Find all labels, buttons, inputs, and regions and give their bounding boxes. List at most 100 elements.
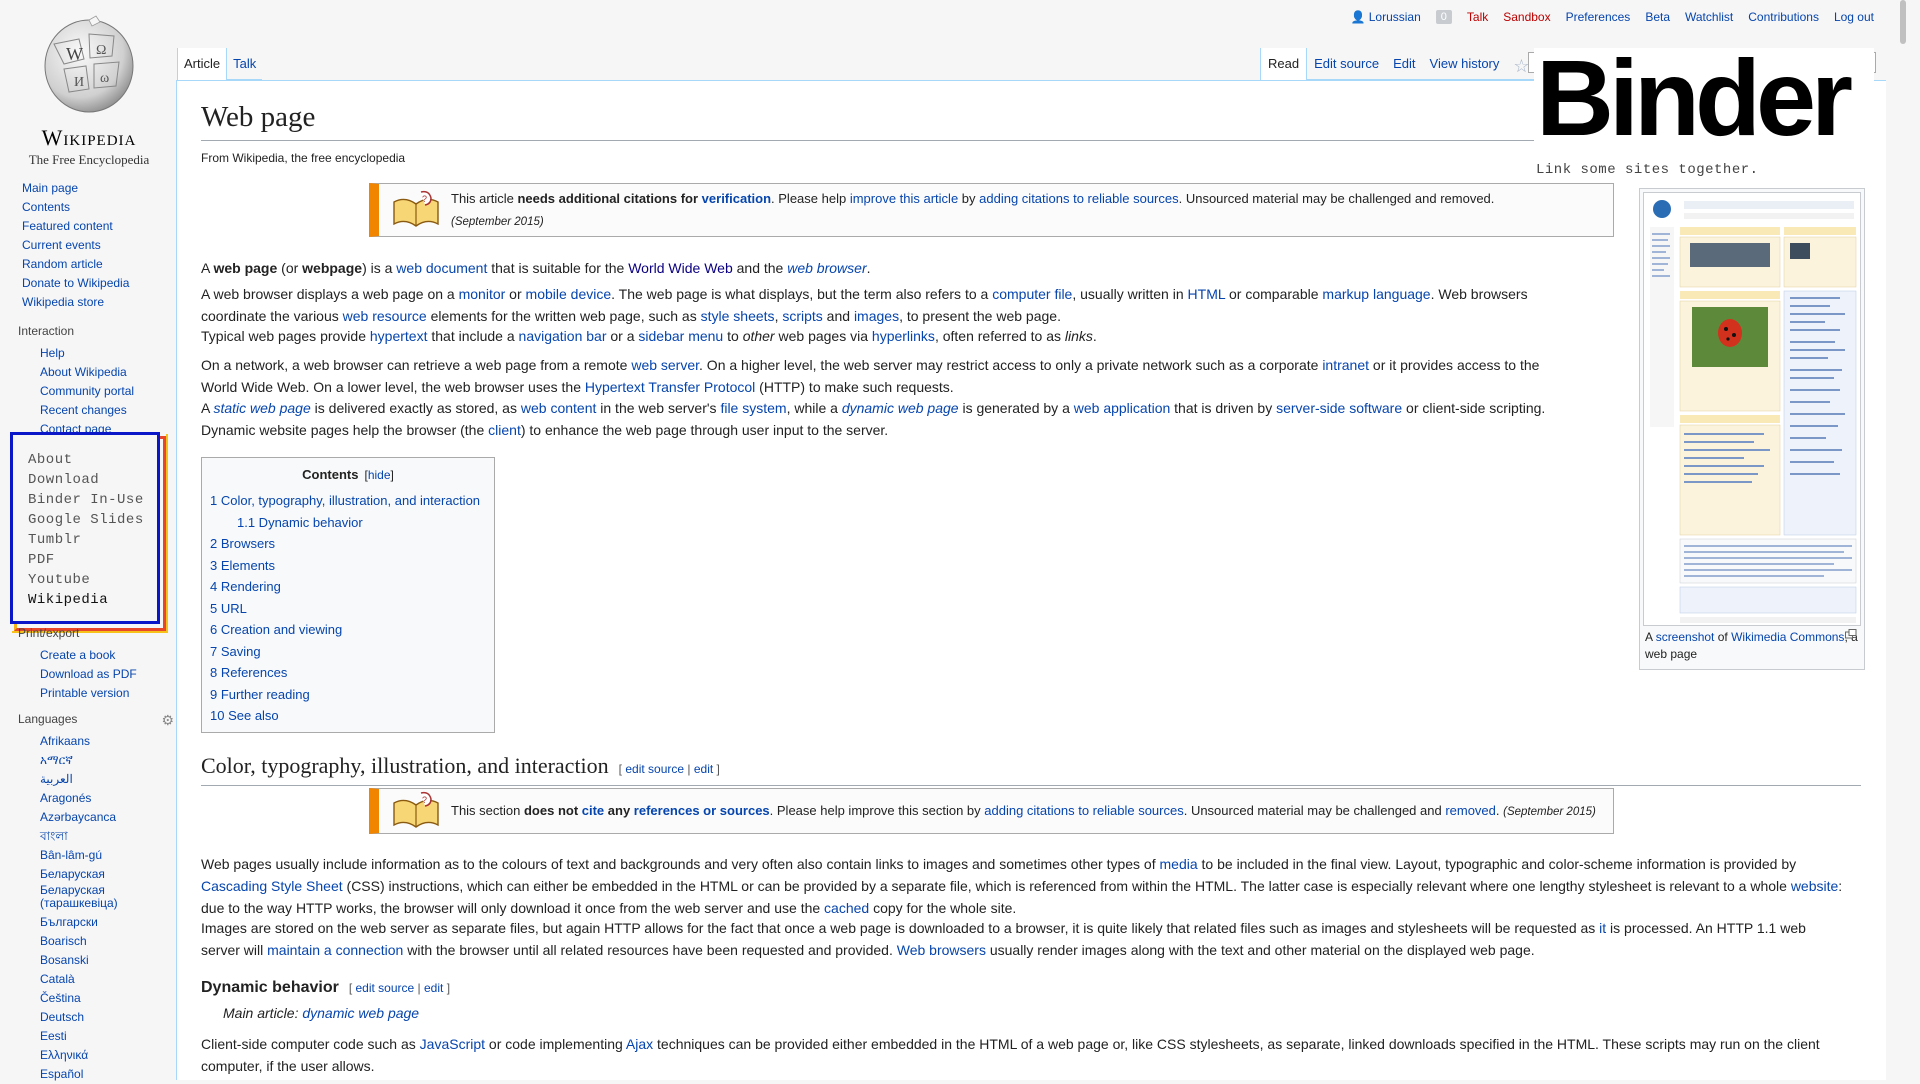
binder-nav-binder-in-use[interactable]: Binder In-Use [28, 490, 157, 510]
toc-item[interactable]: 9 Further reading [210, 687, 310, 702]
interaction-about[interactable]: About Wikipedia [40, 365, 127, 379]
wikimedia-commons-link[interactable]: Wikimedia Commons [1731, 630, 1844, 644]
nav-main-page[interactable]: Main page [22, 181, 78, 195]
personal-contributions[interactable]: Contributions [1748, 10, 1819, 24]
binder-nav-pdf[interactable]: PDF [28, 550, 157, 570]
print-download-pdf[interactable]: Download as PDF [40, 667, 137, 681]
link[interactable]: scripts [782, 308, 822, 324]
adding-citations-link[interactable]: adding citations to reliable sources [979, 191, 1178, 206]
lang-link[interactable]: Aragonés [40, 791, 91, 805]
wikipedia-logo[interactable]: W Ω И ω Wikipedia The Free Encyclopedia [14, 8, 164, 167]
nav-random-article[interactable]: Random article [22, 257, 103, 271]
gear-icon[interactable]: ⚙ [161, 712, 174, 728]
toc-item[interactable]: 1.1 Dynamic behavior [237, 515, 363, 530]
toc-item[interactable]: 6 Creation and viewing [210, 622, 342, 637]
tab-view-history[interactable]: View history [1422, 48, 1507, 80]
link[interactable]: Ajax [626, 1036, 653, 1052]
binder-nav-youtube[interactable]: Youtube [28, 570, 157, 590]
nav-current-events[interactable]: Current events [22, 238, 101, 252]
scrollbar-thumb[interactable] [1900, 0, 1906, 44]
lang-link[interactable]: አማርኛ [40, 753, 73, 767]
link[interactable]: web application [1074, 400, 1171, 416]
cite-link[interactable]: cite [582, 803, 604, 818]
link[interactable]: maintain a connection [267, 942, 403, 958]
link[interactable]: client [488, 422, 521, 438]
link[interactable]: navigation bar [519, 328, 607, 344]
lang-link[interactable]: Eesti [40, 1029, 67, 1043]
interaction-community-portal[interactable]: Community portal [40, 384, 134, 398]
tab-edit-source[interactable]: Edit source [1307, 48, 1387, 80]
link[interactable]: hyperlinks [872, 328, 935, 344]
link[interactable]: web resource [343, 308, 427, 324]
edit-source-link[interactable]: edit source [356, 981, 415, 995]
print-create-book[interactable]: Create a book [40, 648, 115, 662]
personal-sandbox[interactable]: Sandbox [1503, 10, 1550, 24]
user-link[interactable]: 👤 Lorussian [1350, 10, 1420, 24]
tab-read[interactable]: Read [1260, 48, 1308, 80]
link[interactable]: World Wide Web [628, 260, 733, 276]
nav-wikipedia-store[interactable]: Wikipedia store [22, 295, 104, 309]
toc-item[interactable]: 7 Saving [210, 644, 261, 659]
toc-item[interactable]: 10 See also [210, 708, 279, 723]
nav-featured-content[interactable]: Featured content [22, 219, 113, 233]
link[interactable]: intranet [1322, 357, 1369, 373]
lang-link[interactable]: Беларуская [40, 867, 105, 881]
link[interactable]: server-side software [1276, 400, 1402, 416]
link[interactable]: static web page [213, 400, 310, 416]
toc-item[interactable]: 1 Color, typography, illustration, and i… [210, 493, 480, 508]
link[interactable]: web browser [787, 260, 866, 276]
lang-link[interactable]: Català [40, 972, 75, 986]
link[interactable]: dynamic web page [842, 400, 959, 416]
tab-edit[interactable]: Edit [1386, 48, 1423, 80]
improve-article-link[interactable]: improve this article [850, 191, 958, 206]
edit-link[interactable]: edit [424, 981, 443, 995]
binder-nav-download[interactable]: Download [28, 470, 157, 490]
link[interactable]: web server [631, 357, 699, 373]
link[interactable]: mobile device [526, 286, 612, 302]
link[interactable]: Web browsers [897, 942, 986, 958]
lang-link[interactable]: Bosanski [40, 953, 89, 967]
lang-link[interactable]: Ελληνικά [40, 1048, 88, 1062]
lang-link[interactable]: Deutsch [40, 1010, 84, 1024]
toc-hide-link[interactable]: hide [368, 468, 391, 482]
magnify-icon[interactable] [1845, 629, 1857, 639]
toc-item[interactable]: 3 Elements [210, 558, 275, 573]
binder-nav-google-slides[interactable]: Google Slides [28, 510, 157, 530]
lang-link[interactable]: Bân-lâm-gú [40, 848, 102, 862]
toc-item[interactable]: 8 References [210, 665, 287, 680]
link[interactable]: markup language [1322, 286, 1430, 302]
link[interactable]: JavaScript [420, 1036, 485, 1052]
binder-nav-about[interactable]: About [28, 450, 157, 470]
link[interactable]: file system [720, 400, 786, 416]
nav-donate[interactable]: Donate to Wikipedia [22, 276, 129, 290]
link[interactable]: Cascading Style Sheet [201, 878, 343, 894]
screenshot-image[interactable] [1643, 192, 1861, 626]
link[interactable]: hypertext [370, 328, 428, 344]
personal-logout[interactable]: Log out [1834, 10, 1874, 24]
binder-nav-tumblr[interactable]: Tumblr [28, 530, 157, 550]
interaction-recent-changes[interactable]: Recent changes [40, 403, 127, 417]
removed-link[interactable]: removed [1445, 803, 1496, 818]
lang-link[interactable]: Español [40, 1067, 83, 1081]
binder-nav-wikipedia[interactable]: Wikipedia [28, 590, 157, 610]
lang-link[interactable]: বাংলা [40, 829, 68, 843]
edit-link[interactable]: edit [694, 762, 713, 776]
tab-talk[interactable]: Talk [227, 48, 263, 80]
link[interactable]: media [1160, 856, 1198, 872]
link[interactable]: Hypertext Transfer Protocol [585, 379, 755, 395]
toc-item[interactable]: 2 Browsers [210, 536, 275, 551]
scrollbar-track[interactable] [1886, 0, 1920, 1080]
lang-link[interactable]: Čeština [40, 991, 81, 1005]
toc-item[interactable]: 5 URL [210, 601, 247, 616]
link[interactable]: sidebar menu [638, 328, 723, 344]
lang-link[interactable]: Azərbaycanca [40, 810, 116, 824]
link[interactable]: web document [396, 260, 487, 276]
link[interactable]: computer file [992, 286, 1072, 302]
link[interactable]: HTML [1188, 286, 1226, 302]
lang-link[interactable]: Afrikaans [40, 734, 90, 748]
lang-link[interactable]: Български [40, 915, 98, 929]
adding-citations-link[interactable]: adding citations to reliable sources [984, 803, 1183, 818]
personal-watchlist[interactable]: Watchlist [1685, 10, 1733, 24]
print-printable-version[interactable]: Printable version [40, 686, 129, 700]
verification-link[interactable]: verification [702, 191, 771, 206]
